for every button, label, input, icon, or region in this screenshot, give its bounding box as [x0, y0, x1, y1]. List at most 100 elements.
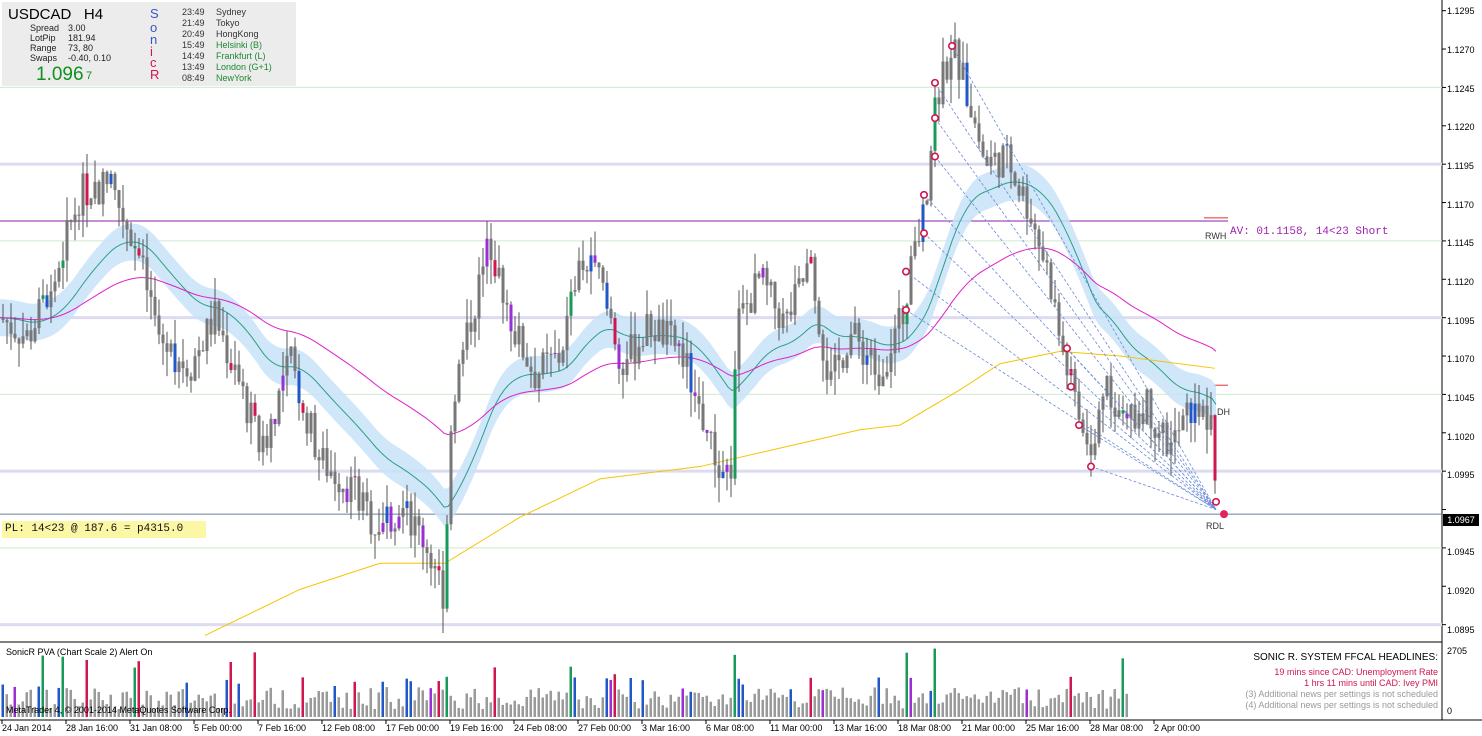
candle-body — [829, 371, 833, 380]
candle-body — [225, 335, 229, 364]
volume-bar — [309, 698, 312, 717]
candle-body — [785, 311, 789, 314]
session-time: 20:49 — [182, 29, 205, 39]
volume-bar — [253, 652, 256, 717]
candle-body — [25, 330, 29, 337]
candle-body — [557, 352, 561, 363]
volume-bar — [869, 695, 872, 717]
candle-body — [793, 284, 797, 316]
volume-bar — [501, 704, 504, 717]
candle-body — [925, 200, 929, 205]
candle-body — [833, 354, 837, 372]
swing-marker — [919, 229, 928, 238]
volume-bar — [961, 698, 964, 717]
candle-body — [393, 528, 397, 532]
x-axis-label: 25 Mar 16:00 — [1026, 723, 1080, 733]
volume-bar — [861, 703, 864, 717]
volume-bar — [397, 698, 400, 717]
candle-body — [1077, 391, 1081, 420]
candle-body — [909, 256, 913, 305]
volume-bar — [1081, 702, 1084, 717]
volume-bar — [597, 707, 600, 717]
candle-body — [889, 353, 893, 372]
volume-bar — [853, 701, 856, 717]
candle-body — [181, 361, 185, 369]
candle-body — [397, 516, 401, 529]
candle-body — [501, 267, 505, 303]
candle-body — [421, 525, 425, 548]
volume-bar — [753, 693, 756, 717]
candle-body — [445, 524, 449, 609]
volume-bar — [449, 695, 452, 717]
candle-body — [1017, 185, 1021, 196]
candle-body — [1033, 223, 1037, 230]
candle-body — [617, 344, 621, 369]
volume-bar — [1029, 700, 1032, 717]
lotpip-value: 181.94 — [68, 33, 96, 43]
volume-bar — [969, 697, 972, 717]
candle-body — [893, 328, 897, 354]
volume-bar — [673, 701, 676, 717]
candle-body — [1109, 375, 1113, 408]
x-axis-label: 18 Mar 08:00 — [898, 723, 952, 733]
volume-bar — [573, 677, 576, 717]
candle-body — [625, 359, 629, 376]
candle-body — [213, 301, 217, 335]
candle-body — [1181, 415, 1185, 431]
volume-bar — [349, 708, 352, 717]
x-axis-label: 2 Apr 00:00 — [1154, 723, 1201, 733]
volume-bar — [1061, 702, 1064, 717]
candle-body — [849, 334, 853, 356]
swing-marker — [930, 114, 939, 123]
y-axis-label: 1.0920 — [1447, 586, 1475, 596]
candle-body — [37, 299, 41, 329]
volume-bar — [481, 708, 484, 717]
candle-body — [337, 484, 341, 493]
candle-body — [57, 267, 61, 282]
candle-body — [721, 471, 725, 478]
volume-bar — [897, 700, 900, 717]
volume-bar — [965, 696, 968, 717]
volume-bar — [549, 690, 552, 717]
volume-bar — [697, 692, 700, 717]
candle-body — [233, 364, 237, 370]
y-axis-label: 1.0995 — [1447, 470, 1475, 480]
candle-body — [1009, 144, 1013, 173]
y-axis-label: 1.1245 — [1447, 84, 1475, 94]
volume-bar — [613, 674, 616, 717]
volume-bar — [1049, 698, 1052, 717]
copyright-text: MetaTrader 4, © 2001-2014 MetaQuotes Sof… — [6, 705, 231, 715]
volume-bar — [509, 704, 512, 717]
volume-bar — [513, 700, 516, 717]
candle-body — [641, 345, 645, 347]
y-axis-label: 1.1070 — [1447, 354, 1475, 364]
volume-bar — [621, 694, 624, 717]
volume-bar — [781, 694, 784, 717]
volume-bar — [389, 701, 392, 717]
candle-body — [1173, 430, 1177, 443]
volume-bar — [837, 698, 840, 717]
candle-body — [717, 465, 721, 478]
candle-body — [609, 308, 613, 319]
x-axis-label: 31 Jan 08:00 — [130, 723, 183, 733]
volume-bar — [609, 679, 612, 717]
candle-body — [237, 364, 241, 382]
price-chart[interactable] — [0, 0, 1482, 736]
candle-body — [769, 281, 773, 286]
candle-body — [965, 62, 969, 106]
candle-body — [1001, 145, 1005, 178]
volume-bar — [381, 681, 384, 717]
candle-body — [49, 291, 53, 308]
candle-body — [937, 97, 941, 105]
candle-body — [581, 260, 585, 270]
volume-bar — [1041, 707, 1044, 717]
candle-body — [573, 290, 577, 292]
volume-bar — [817, 689, 820, 717]
candle-body — [321, 448, 325, 461]
candle-body — [437, 566, 441, 571]
x-axis-label: 6 Mar 08:00 — [706, 723, 755, 733]
x-axis-label: 5 Feb 00:00 — [194, 723, 243, 733]
volume-bar — [1109, 696, 1112, 717]
candle-body — [369, 501, 373, 535]
candle-body — [677, 343, 681, 347]
